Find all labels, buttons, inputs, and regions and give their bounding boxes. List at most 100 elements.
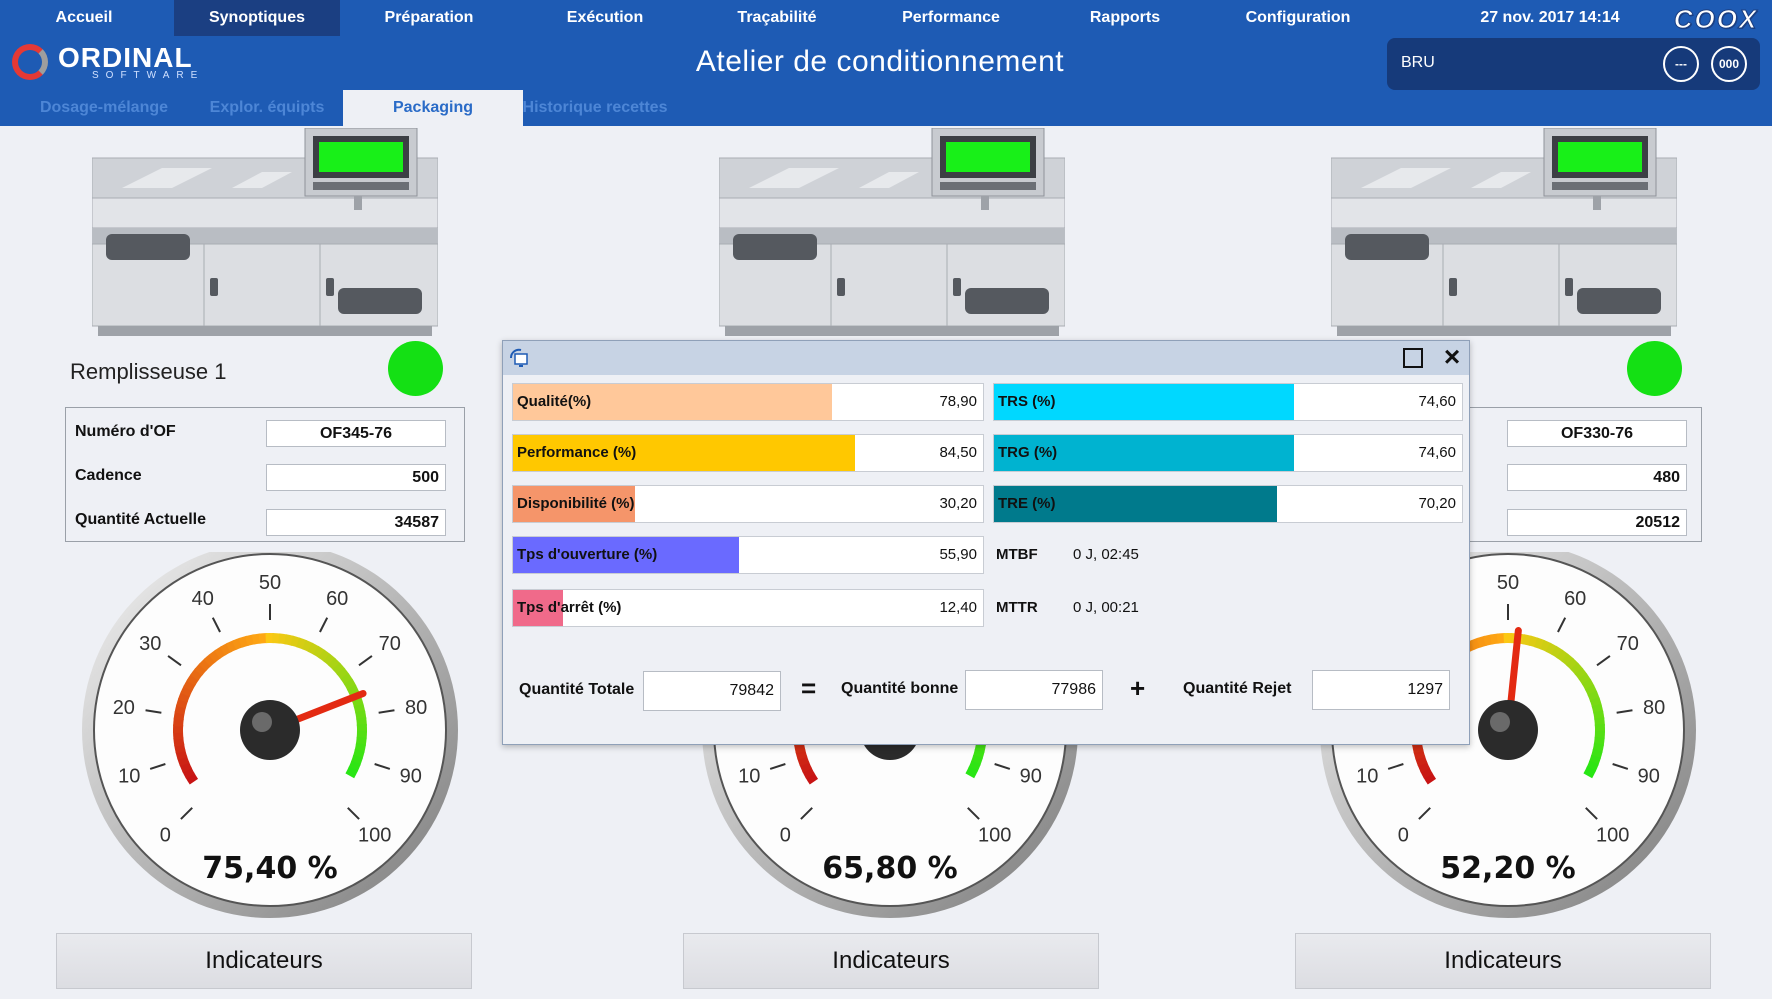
gauge-hub: [1478, 700, 1538, 760]
kpi-label: TRG (%): [998, 444, 1058, 461]
gauge-tick-label: 10: [118, 766, 140, 788]
qty-total-field[interactable]: 79842: [643, 671, 781, 711]
main-nav: Accueil Synoptiques Préparation Exécutio…: [0, 0, 1772, 37]
qty-good-label: Quantité bonne: [841, 680, 959, 697]
quantity-field[interactable]: 20512: [1507, 509, 1687, 536]
gauge-tick-label: 70: [1617, 633, 1639, 655]
tab-explor-equipts[interactable]: Explor. équipts: [192, 90, 342, 126]
of-number-field[interactable]: OF345-76: [266, 420, 446, 447]
kpi-track: TRS (%) 74,60: [993, 383, 1463, 421]
kpi-value: 70,20: [1418, 495, 1456, 512]
machine-1-name: Remplisseuse 1: [70, 359, 227, 384]
gauge-tick-label: 0: [1398, 825, 1409, 847]
tab-historique-recettes[interactable]: Historique recettes: [518, 90, 672, 126]
tab-dosage-melange[interactable]: Dosage-mélange: [20, 90, 188, 126]
nav-preparation[interactable]: Préparation: [344, 0, 514, 36]
kpi-trs: TRS (%) 74,60: [993, 383, 1463, 421]
machine-2-image: [718, 127, 1066, 337]
close-icon[interactable]: ×: [1439, 343, 1465, 371]
gauge-value-text: 52,20 %: [1440, 851, 1575, 886]
kpi-quality: Qualité(%) 78,90: [512, 383, 984, 421]
gauge-tick-label: 70: [379, 633, 401, 655]
quantity-label: Quantité Actuelle: [75, 511, 206, 528]
gauge-svg: 0 10 20 30 40 50 60 70 80 90 100 75,40 %: [82, 542, 458, 918]
gauge-tick-label: 10: [738, 766, 760, 788]
mttr-value: 0 J, 00:21: [1073, 599, 1139, 616]
kpi-value: 78,90: [939, 393, 977, 410]
kpi-label: TRS (%): [998, 393, 1056, 410]
gauge-tick-label: 20: [113, 697, 135, 719]
gauge-tick-label: 60: [326, 588, 348, 610]
kpi-value: 12,40: [939, 599, 977, 616]
kpi-track: Qualité(%) 78,90: [512, 383, 984, 421]
kpi-track: Tps d'arrêt (%) 12,40: [512, 589, 984, 627]
qty-good-field[interactable]: 77986: [965, 670, 1103, 710]
kpi-track: TRE (%) 70,20: [993, 485, 1463, 523]
maximize-icon[interactable]: [1403, 348, 1423, 368]
cadence-field[interactable]: 500: [266, 464, 446, 491]
gauge-tick-label: 100: [1596, 825, 1629, 847]
machine-1-info-panel: Numéro d'OF OF345-76 Cadence 500 Quantit…: [65, 407, 465, 542]
kpi-label: Tps d'ouverture (%): [517, 546, 658, 563]
gauge-value-text: 75,40 %: [202, 851, 337, 886]
qty-reject-field[interactable]: 1297: [1312, 670, 1450, 710]
nav-configuration[interactable]: Configuration: [1212, 0, 1384, 36]
gauge-tick-label: 100: [358, 825, 391, 847]
nav-rapports[interactable]: Rapports: [1040, 0, 1210, 36]
mtbf-value: 0 J, 02:45: [1073, 546, 1139, 563]
nav-synoptiques[interactable]: Synoptiques: [174, 0, 340, 36]
kpi-label: TRE (%): [998, 495, 1056, 512]
cadence-label: Cadence: [75, 467, 142, 484]
user-code-button[interactable]: 000: [1711, 46, 1747, 82]
gauge-value-text: 65,80 %: [822, 851, 957, 886]
qty-total-label: Quantité Totale: [519, 681, 635, 698]
tab-packaging[interactable]: Packaging: [343, 90, 523, 126]
kpi-tre: TRE (%) 70,20: [993, 485, 1463, 523]
nav-tracabilite[interactable]: Traçabilité: [692, 0, 862, 36]
kpi-trg: TRG (%) 74,60: [993, 434, 1463, 472]
kpi-availability: Disponibilité (%) 30,20: [512, 485, 984, 523]
gauge-tick-label: 60: [1564, 588, 1586, 610]
kpi-label: Disponibilité (%): [517, 495, 635, 512]
quantity-field[interactable]: 34587: [266, 509, 446, 536]
kpi-track: TRG (%) 74,60: [993, 434, 1463, 472]
gauge-tick-label: 30: [139, 633, 161, 655]
gauge-tick-label: 50: [259, 572, 281, 594]
nav-performance[interactable]: Performance: [866, 0, 1036, 36]
sub-nav: Dosage-mélange Explor. équipts Packaging…: [0, 90, 900, 126]
machine-2-indicators-button[interactable]: Indicateurs: [683, 933, 1099, 989]
ordinal-ring-icon: [12, 44, 48, 80]
gauge-tick-label: 90: [1020, 766, 1042, 788]
kpi-value: 55,90: [939, 546, 977, 563]
of-number-field[interactable]: OF330-76: [1507, 420, 1687, 447]
gauge-arc-segment: [1583, 766, 1597, 779]
machine-3-indicators-button[interactable]: Indicateurs: [1295, 933, 1711, 989]
machine-1-gauge: 0 10 20 30 40 50 60 70 80 90 100 75,40 %: [80, 542, 460, 932]
app-window-icon: [510, 348, 528, 367]
app-header: Accueil Synoptiques Préparation Exécutio…: [0, 0, 1772, 126]
gauge-tick-label: 100: [978, 825, 1011, 847]
cadence-field[interactable]: 480: [1507, 464, 1687, 491]
kpi-value: 30,20: [939, 495, 977, 512]
machine-1-indicators-button[interactable]: Indicateurs: [56, 933, 472, 989]
gauge-tick-label: 80: [1643, 697, 1665, 719]
popup-titlebar[interactable]: ×: [503, 341, 1469, 375]
user-menu-button[interactable]: ---: [1663, 46, 1699, 82]
machine-1-status-dot: [388, 341, 443, 396]
machine-1-image: [91, 127, 439, 337]
mtbf-label: MTBF: [996, 546, 1038, 563]
mttr-label: MTTR: [996, 599, 1038, 616]
kpi-label: Tps d'arrêt (%): [517, 599, 622, 616]
kpi-value: 74,60: [1418, 393, 1456, 410]
kpi-opening-time: Tps d'ouverture (%) 55,90: [512, 536, 984, 574]
nav-accueil[interactable]: Accueil: [0, 0, 168, 36]
gauge-tick-label: 40: [192, 588, 214, 610]
nav-execution[interactable]: Exécution: [520, 0, 690, 36]
gauge-tick-label: 90: [400, 766, 422, 788]
gauge-hub: [240, 700, 300, 760]
gauge-tick-label: 80: [405, 697, 427, 719]
coox-logo: COOX: [1673, 4, 1759, 35]
gauge-arc-segment: [965, 766, 979, 779]
ordinal-logo: ORDINAL SOFTWARE: [12, 40, 212, 82]
gauge-tick-label: 10: [1356, 766, 1378, 788]
